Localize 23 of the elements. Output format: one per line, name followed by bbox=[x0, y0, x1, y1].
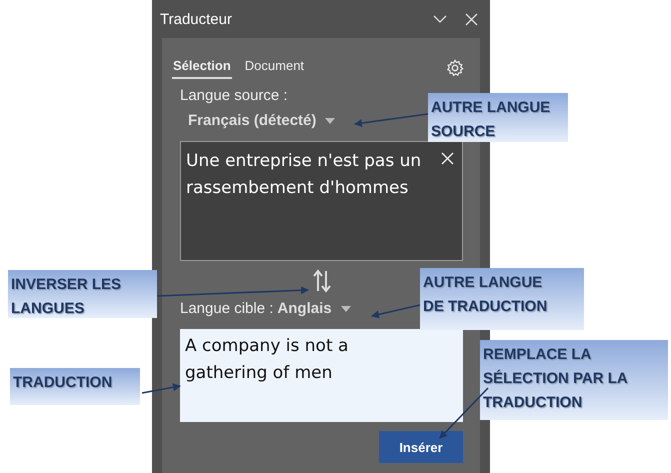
callout-label: AUTRE LANGUE DE TRADUCTION bbox=[420, 268, 584, 330]
callout-label: INVERSER LES LANGUES bbox=[8, 270, 157, 318]
insert-button[interactable]: Insérer bbox=[379, 431, 463, 463]
leader-arrow bbox=[371, 304, 420, 318]
target-language-label: Langue cible : bbox=[180, 300, 274, 317]
caret-icon bbox=[340, 306, 351, 312]
window-title: Traducteur bbox=[160, 10, 233, 28]
clear-icon[interactable] bbox=[441, 152, 454, 165]
callout-label: REMPLACE LA SÉLECTION PAR LA TRADUCTION bbox=[480, 340, 668, 420]
close-icon[interactable] bbox=[465, 12, 478, 26]
source-language-label: Langue source : bbox=[180, 87, 289, 104]
source-language-dropdown[interactable]: Français (détecté) bbox=[186, 108, 338, 133]
translation-output: A company is not a gathering of men bbox=[180, 329, 463, 422]
callout-label: AUTRE LANGUE SOURCE bbox=[428, 93, 568, 142]
target-language-dropdown[interactable]: Anglais bbox=[275, 296, 353, 321]
settings-icon[interactable] bbox=[446, 59, 464, 77]
tab[interactable]: Document bbox=[244, 56, 306, 79]
leader-arrow bbox=[142, 383, 181, 394]
source-text-field[interactable]: Une entreprise n'est pas un rassembement d'hommes bbox=[180, 141, 463, 261]
callout-label: TRADUCTION bbox=[10, 368, 140, 405]
tab[interactable]: Sélection bbox=[172, 56, 232, 79]
caret-icon bbox=[325, 118, 336, 124]
swap-arrows-icon[interactable] bbox=[312, 269, 332, 293]
